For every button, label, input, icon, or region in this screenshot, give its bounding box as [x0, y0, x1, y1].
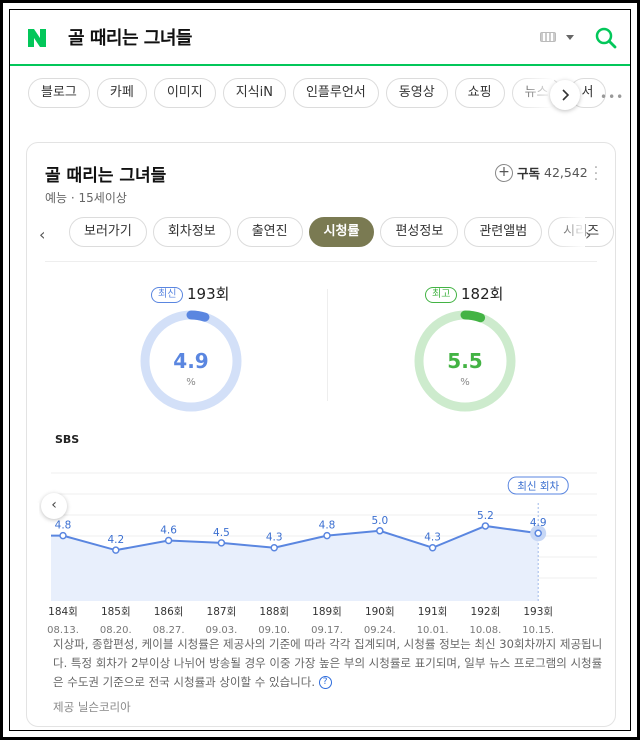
chart-value-label: 4.8: [319, 520, 336, 532]
chart-value-label: 4.5: [213, 527, 230, 539]
search-tab[interactable]: 인플루언서: [292, 78, 379, 108]
latest-tag-text: 최신 회차: [517, 481, 559, 493]
highest-badge: 최고: [425, 287, 458, 303]
program-subtab[interactable]: 관련앨범: [464, 217, 543, 247]
chart-point: [428, 543, 437, 552]
chart-date-label: 09.17.: [311, 625, 343, 636]
chart-date-label: 10.01.: [416, 625, 449, 636]
data-provider: 제공 닐슨코리아: [53, 700, 131, 714]
chart-date-label: 10.08.: [469, 625, 502, 636]
chevron-down-icon[interactable]: [566, 35, 574, 40]
plus-icon: +: [495, 163, 513, 182]
latest-episode: 193회: [187, 285, 230, 303]
search-tab[interactable]: 이미지: [153, 78, 216, 108]
program-subtab[interactable]: 회차정보: [152, 217, 231, 247]
program-subtab[interactable]: 출연진: [236, 217, 303, 247]
subscribe-count: 42,542: [544, 165, 588, 180]
tabs-fade: [510, 76, 554, 112]
browser-viewport: 골 때리는 그녀들 블로그카페이미지지식iN인플루언서동영상쇼핑뉴스서 ••• …: [9, 9, 631, 731]
search-tab[interactable]: 쇼핑: [454, 78, 505, 108]
chart-date-label: 09.03.: [205, 625, 238, 636]
divider: [45, 261, 597, 262]
search-tab[interactable]: 지식iN: [222, 78, 286, 108]
program-meta: 예능 · 15세이상: [45, 191, 127, 205]
subtabs-fade: [555, 213, 585, 249]
chart-point: [270, 543, 278, 552]
search-header: 골 때리는 그녀들: [10, 10, 630, 66]
chart-date-label: 09.24.: [363, 625, 396, 636]
chart-point: [534, 529, 542, 537]
highest-unit: %: [460, 377, 470, 388]
chart-value-label: 5.2: [477, 510, 494, 522]
chart-episode-label: 191회: [418, 606, 448, 618]
chart-value-label: 4.8: [55, 520, 72, 532]
highest-value: 5.5: [447, 349, 483, 373]
naver-logo-icon[interactable]: [26, 27, 48, 49]
chart-date-label: 08.13.: [47, 625, 79, 636]
chart-date-label: 08.27.: [152, 625, 185, 636]
help-icon[interactable]: ?: [318, 676, 332, 689]
chart-episode-label: 193회: [523, 606, 553, 618]
program-title[interactable]: 골 때리는 그녀들: [45, 161, 166, 186]
screenshot-frame: 골 때리는 그녀들 블로그카페이미지지식iN인플루언서동영상쇼핑뉴스서 ••• …: [0, 0, 640, 740]
program-subtabs: 보러가기회차정보출연진시청률편성정보관련앨범시리즈: [69, 217, 615, 247]
chart-episode-label: 186회: [154, 606, 184, 618]
latest-rating-gauge: 최신 193회 4.9 %: [89, 281, 289, 421]
chart-date-label: 09.10.: [258, 625, 291, 636]
chart-episode-label: 190회: [365, 606, 395, 618]
latest-value: 4.9: [173, 349, 209, 373]
chart-point: [59, 531, 67, 540]
chart-point: [323, 531, 331, 540]
program-subtab[interactable]: 시청률: [308, 217, 375, 247]
search-tab[interactable]: 블로그: [28, 78, 90, 108]
chart-point: [376, 527, 384, 535]
tv-program-card: 골 때리는 그녀들 예능 · 15세이상 + 구독 42,542 · · · ‹ 보…: [26, 142, 616, 727]
chart-value-label: 4.3: [266, 532, 283, 544]
subtabs-next-icon[interactable]: ›: [585, 225, 591, 244]
more-options-icon[interactable]: •••: [600, 90, 624, 104]
chart-episode-label: 192회: [471, 606, 501, 618]
keyboard-icon[interactable]: [540, 32, 556, 42]
chart-episode-label: 187회: [207, 606, 237, 618]
chart-prev-button[interactable]: ‹: [41, 493, 67, 519]
chart-episode-label: 188회: [259, 606, 289, 618]
latest-badge: 최신: [151, 287, 184, 303]
divider-vertical: [327, 289, 328, 401]
subscribe-label: 구독: [517, 166, 541, 181]
highest-episode: 182회: [461, 285, 504, 303]
chart-date-label: 10.15.: [522, 625, 555, 636]
subtabs-prev-icon[interactable]: ‹: [39, 225, 45, 244]
chart-episode-label: 184회: [48, 606, 78, 618]
chart-left-edge: [27, 503, 39, 643]
chart-episode-label: 189회: [312, 606, 342, 618]
chart-point: [164, 536, 173, 545]
highest-rating-gauge: 최고 182회 5.5 %: [363, 281, 563, 421]
chart-point: [481, 522, 490, 530]
ratings-note: 지상파, 종합편성, 케이블 시청률은 제공사의 기준에 따라 각각 집계되며,…: [53, 635, 603, 692]
chart-value-label: 4.6: [160, 524, 177, 536]
subscribe-button[interactable]: + 구독 42,542: [495, 163, 588, 182]
search-query[interactable]: 골 때리는 그녀들: [68, 24, 192, 50]
chart-value-label: 4.3: [424, 532, 441, 544]
chart-point: [112, 546, 120, 554]
latest-unit: %: [186, 377, 196, 388]
chart-value-label: 4.2: [107, 534, 124, 546]
search-tab[interactable]: 동영상: [385, 78, 448, 108]
chart-value-label: 4.9: [530, 517, 547, 529]
chart-point: [217, 539, 226, 547]
chart-value-label: 5.0: [371, 515, 388, 527]
program-subtab[interactable]: 보러가기: [69, 217, 147, 247]
search-tab[interactable]: 카페: [96, 78, 147, 108]
chart-date-label: 08.20.: [99, 625, 132, 636]
kebab-menu-icon[interactable]: · · ·: [593, 161, 599, 187]
program-subtab[interactable]: 편성정보: [380, 217, 459, 247]
chevron-right-icon: [562, 89, 570, 101]
ratings-chart: 4.8 184회 4.2 185회 4.6 186회 4.5 187회 4.3 188회 4.8 18…: [48, 472, 597, 618]
search-icon[interactable]: [594, 26, 618, 50]
chart-episode-label: 185회: [101, 606, 131, 618]
tabs-next-button[interactable]: [550, 80, 580, 110]
